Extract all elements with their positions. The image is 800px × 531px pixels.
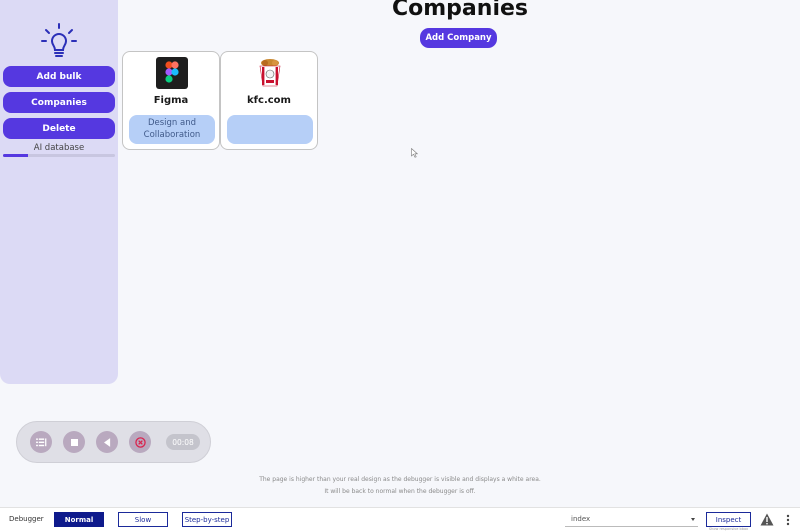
play-back-icon[interactable] (96, 431, 118, 453)
ai-database-progress-fill (3, 154, 28, 157)
page-select-value: index (571, 515, 591, 523)
more-options-icon[interactable] (786, 514, 790, 526)
warning-icon[interactable] (760, 513, 774, 526)
inspect-button[interactable]: Inspect (706, 512, 751, 527)
recording-controls: 00:08 (16, 421, 211, 463)
ai-database-progress (3, 154, 115, 157)
debugger-notice-line1: The page is higher than your real design… (259, 476, 541, 483)
mouse-cursor-icon (411, 148, 418, 158)
company-category: Design and Collaboration (129, 115, 215, 144)
cancel-icon[interactable] (129, 431, 151, 453)
debug-mode-slow-button[interactable]: Slow (118, 512, 168, 527)
debug-mode-normal-button[interactable]: Normal (54, 512, 104, 527)
debugger-bar: Debugger Normal Slow Step-by-step index … (0, 507, 800, 531)
stop-icon[interactable] (63, 431, 85, 453)
kfc-bucket-logo-icon (254, 57, 286, 89)
figma-logo-icon (156, 57, 188, 89)
inspect-subtitle: Show responsive bbox (708, 527, 749, 531)
lightbulb-icon (41, 23, 77, 57)
delete-button[interactable]: Delete (3, 118, 115, 139)
recording-timer: 00:08 (166, 434, 200, 450)
companies-button[interactable]: Companies (3, 92, 115, 113)
menu-list-icon[interactable] (30, 431, 52, 453)
add-bulk-button[interactable]: Add bulk (3, 66, 115, 87)
page-select[interactable]: index (565, 512, 698, 527)
ai-database-label: AI database (33, 143, 85, 153)
debugger-label: Debugger (9, 515, 44, 523)
add-company-button[interactable]: Add Company (420, 28, 497, 48)
company-card-figma[interactable]: Figma Design and Collaboration (122, 51, 220, 150)
company-card-kfc[interactable]: kfc.com (220, 51, 318, 150)
chevron-down-icon (691, 518, 695, 521)
page-title: Companies (392, 0, 528, 21)
company-name: kfc.com (247, 95, 291, 106)
debug-mode-step-button[interactable]: Step-by-step (182, 512, 232, 527)
debugger-notice-line2: It will be back to normal when the debug… (324, 488, 476, 495)
company-category (227, 115, 313, 144)
company-name: Figma (153, 95, 189, 106)
sidebar: Add bulk Companies Delete AI database (0, 0, 118, 384)
